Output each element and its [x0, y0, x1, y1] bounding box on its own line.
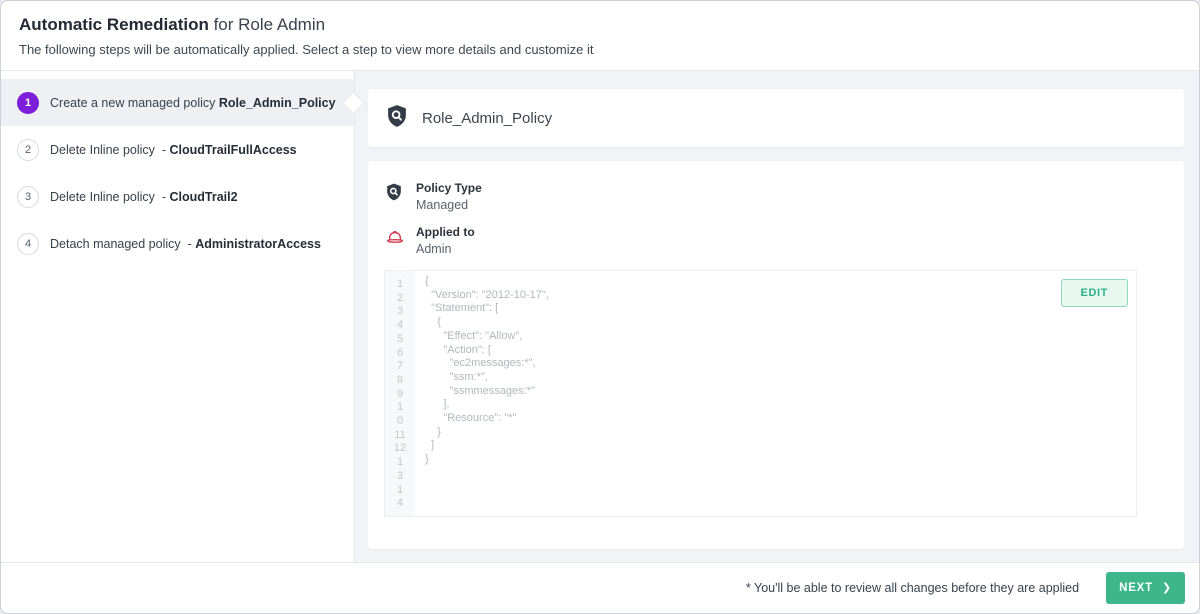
- page-title-rest: for Role Admin: [209, 15, 325, 34]
- policy-json-code: { "Version": "2012-10-17", "Statement": …: [415, 271, 1136, 516]
- code-line: "Version": "2012-10-17",: [425, 289, 1136, 303]
- line-number: 2: [385, 292, 415, 306]
- policy-title-card: Role_Admin_Policy: [368, 89, 1184, 147]
- steps-sidebar: 1 Create a new managed policy Role_Admin_…: [1, 71, 355, 563]
- review-note: * You'll be able to review all changes b…: [746, 581, 1079, 595]
- code-line: "ssm:*",: [425, 371, 1136, 385]
- line-number: 9: [385, 388, 415, 402]
- line-number: 3: [385, 305, 415, 319]
- policy-shield-icon: [384, 103, 410, 134]
- code-line: "Statement": [: [425, 302, 1136, 316]
- sidebar-step-3[interactable]: 3 Delete Inline policy - CloudTrail2: [1, 173, 354, 220]
- line-number: 1: [385, 401, 415, 415]
- chevron-right-icon: ❯: [1162, 583, 1172, 594]
- code-line: }: [425, 426, 1136, 440]
- step-number-badge: 1: [17, 92, 39, 114]
- line-number: 1: [385, 278, 415, 292]
- next-button[interactable]: NEXT ❯: [1106, 572, 1185, 604]
- code-line: "Action": [: [425, 344, 1136, 358]
- applied-to-value: Admin: [416, 242, 475, 256]
- sidebar-step-4[interactable]: 4 Detach managed policy - AdministratorAc…: [1, 220, 354, 267]
- policy-name: Role_Admin_Policy: [422, 110, 552, 127]
- line-number: 4: [385, 319, 415, 333]
- line-number: 0: [385, 415, 415, 429]
- line-number: 6: [385, 347, 415, 361]
- line-number: 7: [385, 360, 415, 374]
- policy-type-value: Managed: [416, 198, 482, 212]
- step-label: Create a new managed policy Role_Admin_P…: [50, 96, 336, 110]
- line-number: 4: [385, 497, 415, 511]
- code-line: "Resource": "*": [425, 412, 1136, 426]
- step-number-badge: 3: [17, 186, 39, 208]
- applied-to-label: Applied to: [416, 225, 475, 239]
- policy-shield-icon: [384, 181, 408, 212]
- line-number: 12: [385, 442, 415, 456]
- dialog-header: Automatic Remediation for Role Admin The…: [1, 1, 1199, 71]
- policy-type-label: Policy Type: [416, 181, 482, 195]
- dialog-body: 1 Create a new managed policy Role_Admin_…: [1, 71, 1199, 563]
- line-number: 3: [385, 470, 415, 484]
- steps-list: 1 Create a new managed policy Role_Admin_…: [1, 79, 354, 267]
- role-hat-icon: [384, 225, 408, 256]
- applied-to-row: Applied to Admin: [384, 225, 1168, 256]
- step-label: Detach managed policy - AdministratorAcc…: [50, 237, 321, 251]
- code-line: "ssmmessages:*": [425, 385, 1136, 399]
- code-line: {: [425, 316, 1136, 330]
- step-detail-panel: Role_Admin_Policy Policy Type Managed: [355, 71, 1199, 563]
- line-number: 5: [385, 333, 415, 347]
- page-subtitle: The following steps will be automaticall…: [19, 42, 1181, 57]
- sidebar-step-1[interactable]: 1 Create a new managed policy Role_Admin_…: [1, 79, 354, 126]
- automatic-remediation-dialog: Automatic Remediation for Role Admin The…: [0, 0, 1200, 614]
- page-title-bold: Automatic Remediation: [19, 15, 209, 34]
- next-button-label: NEXT: [1119, 582, 1153, 594]
- line-number: 1: [385, 456, 415, 470]
- step-number-badge: 2: [17, 139, 39, 161]
- code-line: "Effect": "Allow",: [425, 330, 1136, 344]
- step-number-badge: 4: [17, 233, 39, 255]
- code-line: ]: [425, 439, 1136, 453]
- step-label: Delete Inline policy - CloudTrail2: [50, 190, 238, 204]
- code-line: ],: [425, 398, 1136, 412]
- policy-json-editor: 1234567891011121314 { "Version": "2012-1…: [384, 270, 1137, 517]
- line-number: 8: [385, 374, 415, 388]
- line-number-gutter: 1234567891011121314: [385, 271, 415, 516]
- dialog-footer: * You'll be able to review all changes b…: [1, 562, 1199, 613]
- policy-type-row: Policy Type Managed: [384, 181, 1168, 212]
- edit-button[interactable]: EDIT: [1061, 279, 1128, 307]
- page-title: Automatic Remediation for Role Admin: [19, 15, 1181, 35]
- code-line: {: [425, 275, 1136, 289]
- code-line: }: [425, 453, 1136, 467]
- sidebar-step-2[interactable]: 2 Delete Inline policy - CloudTrailFullAc…: [1, 126, 354, 173]
- code-line: "ec2messages:*",: [425, 357, 1136, 371]
- step-label: Delete Inline policy - CloudTrailFullAcc…: [50, 143, 297, 157]
- line-number: 11: [385, 429, 415, 443]
- policy-details-card: Policy Type Managed Applied to: [368, 161, 1184, 549]
- line-number: 1: [385, 484, 415, 498]
